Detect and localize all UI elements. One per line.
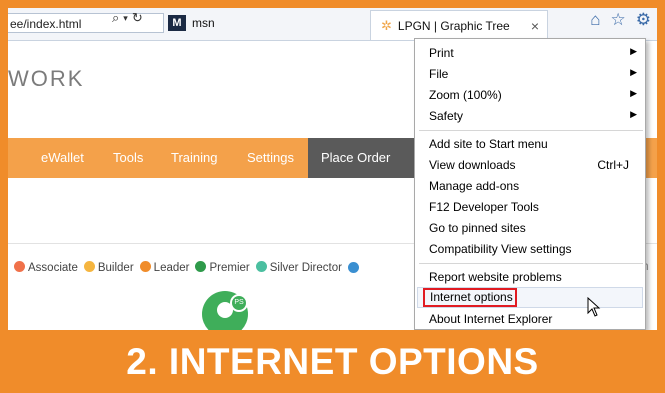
address-icons: ⌕ ▾ ↻ [112, 8, 143, 28]
menu-item-label: Manage add-ons [429, 179, 520, 193]
menu-item-label: About Internet Explorer [429, 312, 553, 326]
legend-label: Premier [209, 262, 250, 274]
menu-item-label: Go to pinned sites [429, 221, 526, 235]
legend-item: Associate [14, 261, 78, 274]
leader-icon [139, 261, 151, 272]
nav-item-tools[interactable]: Tools [113, 138, 143, 178]
submenu-arrow-icon: ▶ [630, 88, 637, 98]
site-favicon-icon: ✲ [381, 17, 392, 33]
legend-label: Associate [28, 262, 78, 274]
menu-item-label: Report website problems [429, 270, 562, 284]
tab-active[interactable]: ✲ LPGN | Graphic Tree × [370, 10, 548, 40]
menu-item-print[interactable]: Print ▶ [415, 43, 645, 64]
site-logo: WORK [8, 66, 85, 91]
legend-item: Leader [139, 261, 190, 274]
nav-place-order-label: Place Order [321, 150, 391, 165]
submenu-arrow-icon: ▶ [630, 67, 637, 77]
close-tab-icon[interactable]: × [531, 18, 539, 34]
legend-item: Silver Director [255, 261, 342, 274]
menu-item-f12-tools[interactable]: F12 Developer Tools [415, 197, 645, 218]
nav-item-settings[interactable]: Settings [247, 138, 294, 178]
address-text: ee/index.html [10, 17, 82, 31]
mouse-cursor-icon [587, 297, 601, 317]
toolbar-icons: ⌂ ☆ ⚙ [590, 10, 651, 30]
dropdown-icon[interactable]: ▾ [123, 13, 128, 24]
legend-item: Builder [83, 261, 134, 274]
legend-label: Builder [97, 262, 134, 274]
refresh-icon[interactable]: ↻ [132, 10, 143, 26]
menu-item-add-site[interactable]: Add site to Start menu [415, 134, 645, 155]
menu-item-label: File [429, 67, 449, 81]
silver-director-icon [255, 261, 267, 272]
menu-item-safety[interactable]: Safety ▶ [415, 106, 645, 127]
menu-item-view-downloads[interactable]: View downloads Ctrl+J [415, 155, 645, 176]
menu-item-compat-view[interactable]: Compatibility View settings [415, 239, 645, 260]
tab-active-label: LPGN | Graphic Tree [397, 18, 510, 33]
highlight-box [423, 288, 517, 307]
submenu-arrow-icon: ▶ [630, 109, 637, 119]
menu-item-label: Add site to Start menu [429, 137, 548, 151]
menu-item-file[interactable]: File ▶ [415, 64, 645, 85]
menu-item-label: Compatibility View settings [429, 242, 572, 256]
menu-item-report-problems[interactable]: Report website problems [415, 267, 645, 288]
builder-icon [83, 261, 95, 272]
associate-icon [14, 261, 25, 272]
browser-window: ee/index.html ⌕ ▾ ↻ M msn ✲ LPGN | Graph… [8, 8, 657, 330]
menu-item-manage-addons[interactable]: Manage add-ons [415, 176, 645, 197]
legend-more-icon [347, 262, 359, 273]
menu-item-label: View downloads [429, 158, 516, 172]
menu-item-about-ie[interactable]: About Internet Explorer [415, 309, 645, 330]
submenu-arrow-icon: ▶ [630, 46, 637, 56]
menu-item-label: Zoom (100%) [429, 88, 502, 102]
menu-item-zoom[interactable]: Zoom (100%) ▶ [415, 85, 645, 106]
nav-item-ewallet[interactable]: eWallet [41, 138, 84, 178]
step-banner-text: 2. INTERNET OPTIONS [126, 341, 539, 382]
favorites-star-icon[interactable]: ☆ [611, 10, 626, 30]
node-badge: PS [230, 294, 248, 312]
menu-item-label: Print [429, 46, 454, 60]
gear-icon[interactable]: ⚙ [636, 10, 651, 30]
tools-menu: Print ▶ File ▶ Zoom (100%) ▶ Safety ▶ Ad… [414, 38, 646, 330]
tab-msn[interactable]: M msn [168, 13, 368, 33]
msn-logo-icon: M [168, 15, 186, 31]
menu-item-label: F12 Developer Tools [429, 200, 539, 214]
search-icon[interactable]: ⌕ [112, 10, 119, 26]
menu-separator [419, 130, 643, 131]
rank-legend: Associate Builder Leader Premier Silver … [14, 261, 359, 274]
menu-item-pinned-sites[interactable]: Go to pinned sites [415, 218, 645, 239]
home-icon[interactable]: ⌂ [590, 10, 600, 30]
menu-separator [419, 263, 643, 264]
browser-toolbar: ee/index.html ⌕ ▾ ↻ M msn ✲ LPGN | Graph… [8, 8, 657, 41]
legend-label: Silver Director [269, 262, 342, 274]
legend-label: Leader [153, 262, 190, 274]
tab-msn-label: msn [192, 16, 215, 30]
legend-item: Premier [195, 261, 250, 274]
menu-shortcut: Ctrl+J [597, 158, 629, 172]
nav-item-training[interactable]: Training [171, 138, 217, 178]
menu-item-label: Safety [429, 109, 464, 123]
step-banner: 2. INTERNET OPTIONS [0, 330, 665, 393]
premier-icon [195, 261, 207, 272]
